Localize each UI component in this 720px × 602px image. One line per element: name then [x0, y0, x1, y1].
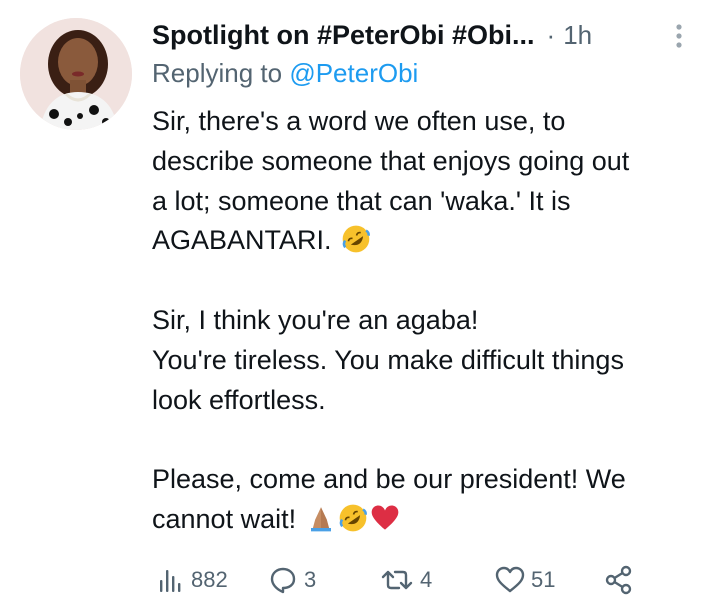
retweets-count: 4 — [420, 567, 433, 592]
more-icon — [676, 24, 682, 48]
replying-to-label: Replying to — [152, 58, 283, 88]
tweet-line — [152, 420, 707, 460]
display-name[interactable]: Spotlight on #PeterObi #Obi... — [152, 20, 535, 51]
share-icon — [605, 565, 632, 595]
more-options-button[interactable] — [664, 20, 694, 52]
likes-count: 51 — [531, 567, 556, 592]
tweet-header: Spotlight on #PeterObi #Obi... · 1h — [152, 17, 592, 53]
tweet-line-with-emoji: AGABANTARI. — [152, 221, 707, 261]
rolling-on-floor-laughing-emoji — [339, 504, 367, 532]
timestamp[interactable]: 1h — [563, 20, 592, 51]
reply-button[interactable]: 3 — [268, 560, 316, 600]
tweet-line: a lot; someone that can 'waka.' It is — [152, 185, 571, 216]
tweet-line: Sir, I think you're an agaba! — [152, 304, 479, 335]
replies-count: 3 — [304, 567, 317, 592]
views-button[interactable]: 882 — [157, 560, 228, 600]
tweet-line: You're tireless. You make difficult thin… — [152, 344, 624, 375]
tweet-line: describe someone that enjoys going out — [152, 145, 630, 176]
header-separator: · — [546, 19, 556, 50]
tweet-line: Please, come and be our president! We — [152, 464, 626, 495]
reply-handle-link[interactable]: @PeterObi — [289, 58, 418, 88]
retweet-icon — [381, 570, 413, 590]
red-heart-emoji — [371, 505, 398, 530]
rolling-on-floor-laughing-emoji — [342, 226, 370, 253]
tweet-line — [152, 261, 707, 301]
tweet-line-text: AGABANTARI. — [152, 225, 332, 256]
tweet-line-text: cannot wait! — [152, 503, 297, 534]
retweet-button[interactable]: 4 — [380, 560, 432, 600]
tweet-body: Sir, there's a word we often use, to des… — [152, 102, 707, 540]
tweet-line: Sir, there's a word we often use, to — [152, 106, 566, 136]
tweet-line: look effortless. — [152, 384, 326, 415]
heart-icon — [495, 566, 525, 593]
reply-icon — [270, 567, 296, 594]
tweet-line-with-emoji: cannot wait! — [152, 500, 707, 540]
share-button[interactable] — [604, 560, 634, 600]
folded-hands-emoji — [310, 507, 331, 532]
like-button[interactable]: 51 — [495, 560, 555, 600]
views-count: 882 — [191, 567, 228, 592]
tweet[interactable]: Spotlight on #PeterObi #Obi... · 1h Repl… — [0, 0, 720, 602]
avatar[interactable] — [20, 18, 132, 130]
replying-to: Replying to @PeterObi — [152, 58, 418, 89]
action-bar: 882 3 4 51 — [0, 560, 720, 600]
analytics-icon — [160, 570, 181, 592]
